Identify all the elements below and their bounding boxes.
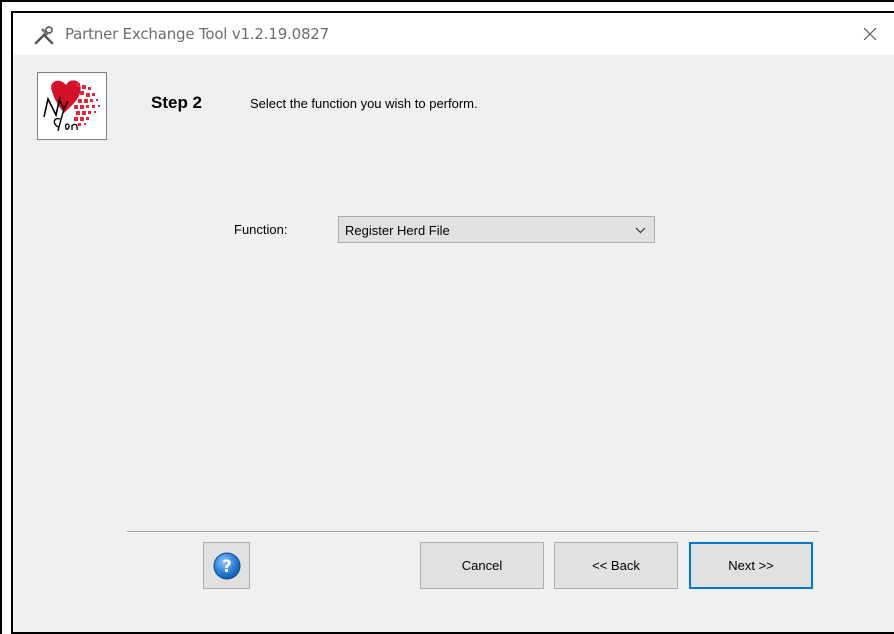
tools-icon (33, 24, 55, 46)
title-bar: Partner Exchange Tool v1.2.19.0827 (13, 13, 894, 55)
close-icon (863, 27, 877, 41)
function-label: Function: (234, 222, 288, 237)
close-button[interactable] (848, 13, 892, 55)
help-icon: ? (213, 552, 241, 580)
function-selected-value: Register Herd File (345, 223, 450, 238)
next-button[interactable]: Next >> (689, 542, 813, 589)
window-title: Partner Exchange Tool v1.2.19.0827 (65, 25, 329, 43)
ny-gen-logo (37, 72, 107, 140)
svg-text:?: ? (222, 557, 232, 577)
step-title: Step 2 (151, 93, 203, 112)
separator (127, 531, 819, 533)
wizard-window: Partner Exchange Tool v1.2.19.0827 Step … (11, 11, 894, 634)
help-button[interactable]: ? (203, 542, 250, 589)
back-button[interactable]: << Back (554, 542, 678, 589)
step-description: Select the function you wish to perform. (250, 96, 478, 111)
function-dropdown[interactable]: Register Herd File (338, 216, 655, 243)
screen: Partner Exchange Tool v1.2.19.0827 Step … (0, 0, 894, 634)
cancel-button[interactable]: Cancel (420, 542, 544, 589)
chevron-down-icon (635, 227, 646, 234)
